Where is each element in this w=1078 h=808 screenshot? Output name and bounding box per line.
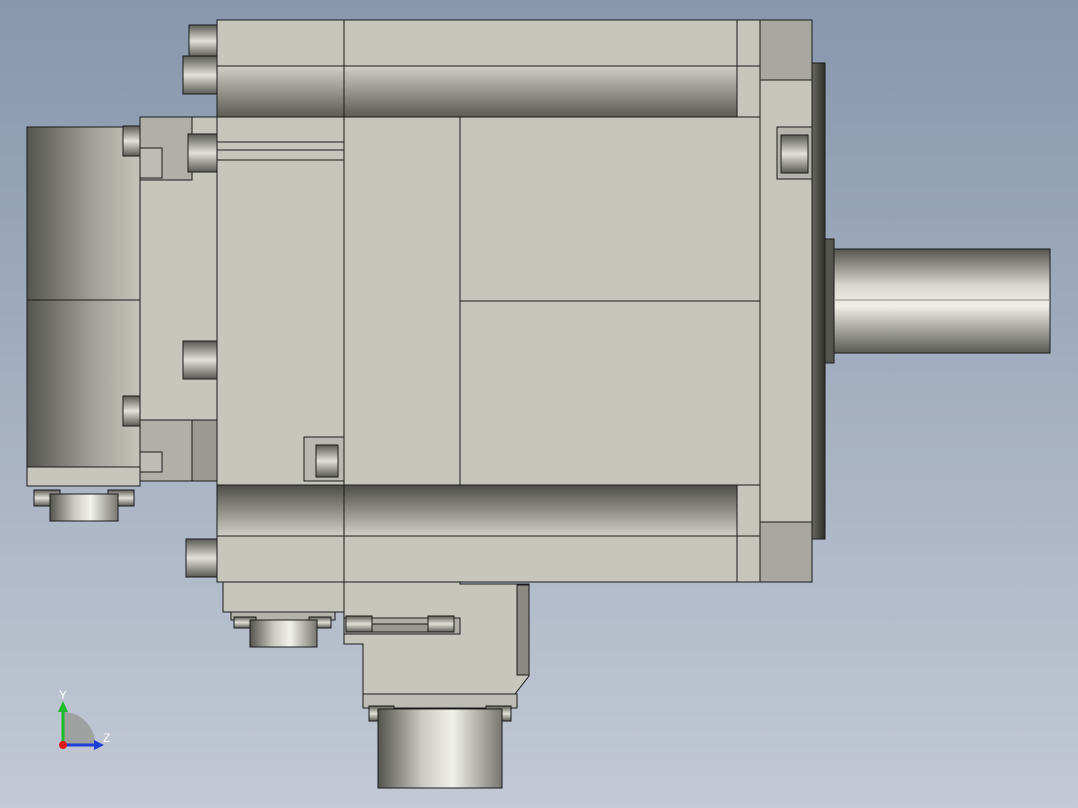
- x-axis-dot: [59, 741, 67, 749]
- connector-screw: [427, 615, 455, 633]
- encoder-screw: [122, 395, 141, 427]
- power-connector-plug: [249, 619, 318, 648]
- encoder-base: [26, 466, 141, 487]
- encoder-screw: [122, 125, 141, 157]
- encoder-connector-plug: [49, 493, 119, 522]
- triad-y-label: Y: [59, 688, 68, 702]
- front-flange: [759, 19, 813, 583]
- housing-screw: [182, 340, 218, 380]
- housing-screw: [187, 133, 218, 173]
- signal-connector-plug: [377, 708, 503, 789]
- servo-motor-side-view: [26, 19, 1051, 789]
- shaft-shoulder: [824, 238, 835, 364]
- rear-housing: [216, 116, 345, 486]
- cad-viewport[interactable]: Y Z: [0, 0, 1078, 808]
- signal-connector-housing: [343, 581, 530, 695]
- connector-screw: [345, 615, 373, 633]
- triad-z-label: Z: [103, 731, 111, 745]
- power-connector-base: [222, 581, 345, 613]
- housing-screw: [185, 538, 218, 578]
- flange-pilot: [811, 62, 826, 540]
- housing-screw: [182, 55, 218, 95]
- y-axis-arrowhead: [58, 701, 68, 712]
- output-shaft: [833, 248, 1051, 354]
- housing-screw: [188, 24, 218, 58]
- axis-triad: [58, 701, 104, 750]
